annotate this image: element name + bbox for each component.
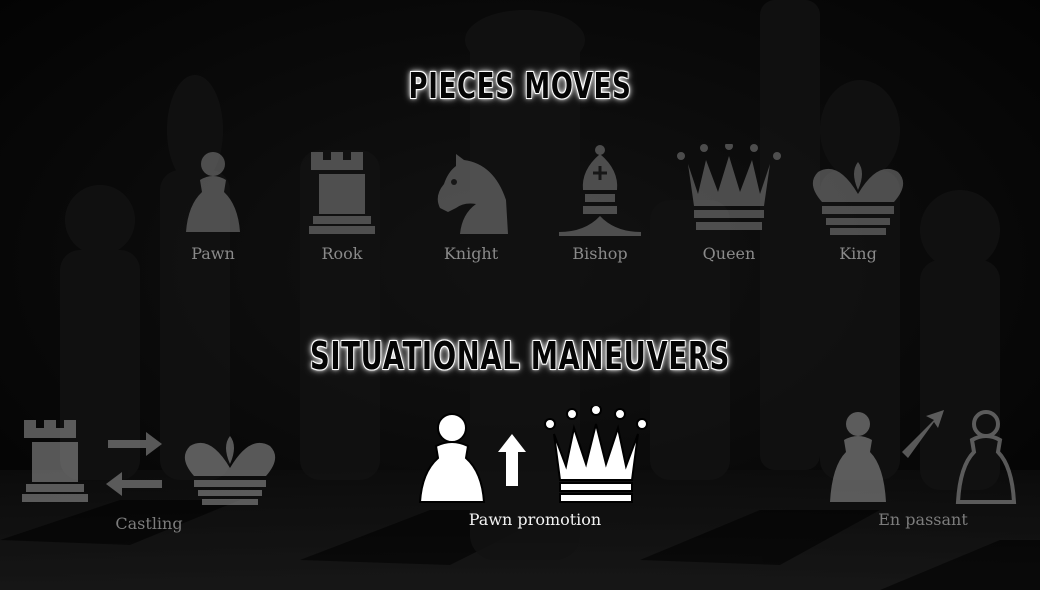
en-passant-icons [830,410,1017,504]
rook-icon [22,420,88,502]
maneuver-label: Castling [115,514,183,533]
queen-icon [677,144,781,230]
maneuver-label: Pawn promotion [468,510,602,529]
situational-maneuvers-heading: SITUATIONAL MANEUVERS [309,334,731,378]
knight-icon [437,154,508,234]
piece-knight[interactable]: Knight [416,150,526,263]
pieces-moves-heading: PIECES MOVES [408,66,632,107]
rook-icon [309,152,375,234]
piece-label: Queen [702,244,756,263]
arrow-diagonal-icon [902,410,944,458]
bishop-icon [559,145,641,236]
pawn-icon [186,152,240,232]
arrow-up-icon [498,434,526,486]
maneuver-en-passant[interactable]: En passant [822,408,1024,529]
piece-label: Bishop [572,244,628,263]
pawn-icon [418,413,486,503]
piece-rook[interactable]: Rook [287,150,397,263]
piece-bishop[interactable]: Bishop [545,144,655,263]
pawn-outline-icon [955,410,1017,504]
piece-king[interactable]: King [803,150,913,263]
pawn-icon [830,412,886,502]
swap-arrows-icon [106,432,162,496]
pawn-promotion-icons [418,406,648,503]
maneuver-label: En passant [878,510,968,529]
king-icon [812,162,904,235]
piece-queen[interactable]: Queen [674,144,784,263]
piece-label: Pawn [191,244,235,263]
piece-label: Knight [443,244,499,263]
maneuver-pawn-promotion[interactable]: Pawn promotion [414,406,656,529]
castling-icons [22,420,276,505]
piece-label: Rook [321,244,363,263]
queen-icon [544,406,648,503]
maneuver-castling[interactable]: Castling [18,418,280,533]
piece-pawn[interactable]: Pawn [158,150,268,263]
king-icon [184,436,276,505]
piece-label: King [839,244,877,263]
